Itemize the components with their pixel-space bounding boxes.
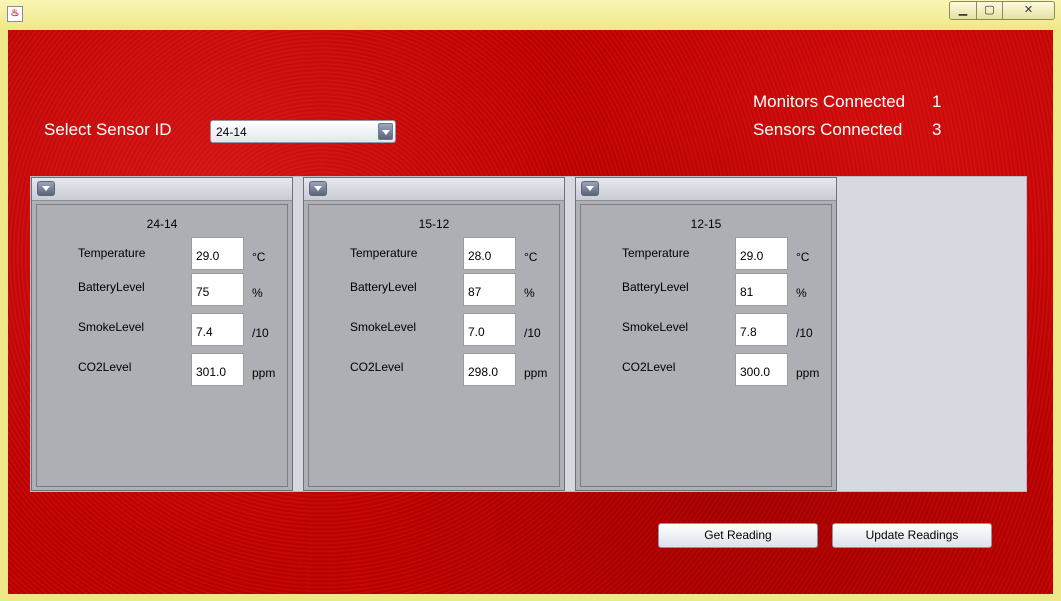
co2-unit: ppm (252, 366, 276, 380)
co2-label: CO2Level (78, 360, 132, 374)
get-reading-button[interactable]: Get Reading (658, 523, 818, 548)
smoke-field[interactable]: 7.4 (191, 313, 244, 346)
co2-field[interactable]: 298.0 (463, 353, 516, 386)
panel-body: 12-15 Temperature 29.0 °C BatteryLevel 8… (580, 204, 832, 487)
chevron-down-icon (314, 186, 322, 191)
dropdown-arrow-button[interactable] (378, 123, 393, 140)
panel-collapse-button[interactable] (309, 181, 327, 196)
panel-body: 15-12 Temperature 28.0 °C BatteryLevel 8… (308, 204, 560, 487)
window-controls: ▁ ▢ ✕ (949, 1, 1055, 20)
maximize-button[interactable]: ▢ (977, 1, 1003, 20)
java-cup-icon: ♨ (7, 6, 23, 22)
battery-label: BatteryLevel (622, 280, 689, 294)
panel-header (304, 178, 564, 201)
smoke-field[interactable]: 7.0 (463, 313, 516, 346)
sensor-id-title: 24-14 (146, 217, 178, 231)
minimize-button[interactable]: ▁ (949, 1, 977, 20)
co2-label: CO2Level (622, 360, 676, 374)
window-border-right (1053, 30, 1061, 601)
sensor-id-title: 12-15 (690, 217, 722, 231)
panel-collapse-button[interactable] (581, 181, 599, 196)
temperature-unit: °C (252, 250, 266, 264)
smoke-unit: /10 (524, 326, 541, 340)
temperature-unit: °C (524, 250, 538, 264)
battery-unit: % (796, 286, 807, 300)
temperature-field[interactable]: 28.0 (463, 237, 516, 270)
battery-unit: % (252, 286, 263, 300)
monitors-connected-count: 1 (932, 92, 942, 111)
temperature-field[interactable]: 29.0 (735, 237, 788, 270)
sensors-connected-label: Sensors Connected (753, 120, 903, 139)
temperature-label: Temperature (350, 246, 418, 260)
sensor-id-select[interactable]: 24-14 (210, 120, 396, 143)
co2-unit: ppm (524, 366, 548, 380)
battery-label: BatteryLevel (78, 280, 145, 294)
battery-field[interactable]: 75 (191, 273, 244, 306)
battery-field[interactable]: 87 (463, 273, 516, 306)
panel-header (576, 178, 836, 201)
selected-sensor-value: 24-14 (216, 125, 247, 139)
temperature-unit: °C (796, 250, 810, 264)
sensor-panel: 12-15 Temperature 29.0 °C BatteryLevel 8… (575, 177, 837, 491)
panel-body: 24-14 Temperature 29.0 °C BatteryLevel 7… (36, 204, 288, 487)
temperature-label: Temperature (78, 246, 146, 260)
battery-unit: % (524, 286, 535, 300)
sensor-panel: 24-14 Temperature 29.0 °C BatteryLevel 7… (31, 177, 293, 491)
select-sensor-label: Select Sensor ID (44, 120, 172, 139)
chevron-down-icon (42, 186, 50, 191)
sensor-panel: 15-12 Temperature 28.0 °C BatteryLevel 8… (303, 177, 565, 491)
co2-label: CO2Level (350, 360, 404, 374)
sensor-id-title: 15-12 (418, 217, 450, 231)
chevron-down-icon (382, 130, 390, 135)
chevron-down-icon (586, 186, 594, 191)
window-titlebar: ♨ ▁ ▢ ✕ (0, 0, 1061, 30)
co2-field[interactable]: 300.0 (735, 353, 788, 386)
close-button[interactable]: ✕ (1003, 1, 1055, 20)
co2-unit: ppm (796, 366, 820, 380)
main-content: Select Sensor ID 24-14 Monitors Connecte… (8, 30, 1053, 594)
update-readings-button[interactable]: Update Readings (832, 523, 992, 548)
co2-field[interactable]: 301.0 (191, 353, 244, 386)
panel-collapse-button[interactable] (37, 181, 55, 196)
smoke-label: SmokeLevel (622, 320, 689, 334)
temperature-field[interactable]: 29.0 (191, 237, 244, 270)
temperature-label: Temperature (622, 246, 690, 260)
smoke-unit: /10 (796, 326, 813, 340)
window-border-left (0, 30, 8, 601)
smoke-label: SmokeLevel (78, 320, 145, 334)
window-border-bottom (0, 594, 1061, 601)
battery-field[interactable]: 81 (735, 273, 788, 306)
smoke-unit: /10 (252, 326, 269, 340)
smoke-label: SmokeLevel (350, 320, 417, 334)
smoke-field[interactable]: 7.8 (735, 313, 788, 346)
panel-header (32, 178, 292, 201)
battery-label: BatteryLevel (350, 280, 417, 294)
monitors-connected-label: Monitors Connected (753, 92, 906, 111)
sensors-connected-count: 3 (932, 120, 942, 139)
